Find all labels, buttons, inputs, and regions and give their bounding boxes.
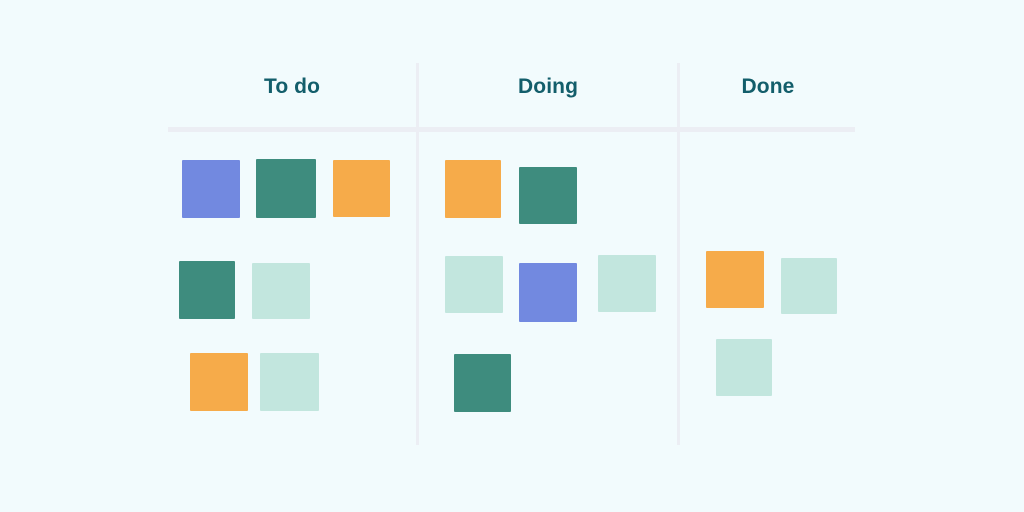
column-divider-1	[416, 63, 419, 445]
card-doing-2[interactable]	[519, 167, 577, 224]
kanban-board: To do Doing Done	[0, 0, 1024, 512]
card-todo-4[interactable]	[179, 261, 235, 319]
column-divider-2	[677, 63, 680, 445]
card-doing-4[interactable]	[519, 263, 577, 322]
card-doing-3[interactable]	[445, 256, 503, 313]
card-todo-6[interactable]	[190, 353, 248, 411]
column-header-doing: Doing	[518, 75, 578, 98]
column-header-done: Done	[741, 75, 795, 98]
card-todo-5[interactable]	[252, 263, 310, 319]
card-todo-1[interactable]	[182, 160, 240, 218]
card-doing-5[interactable]	[598, 255, 656, 312]
card-done-2[interactable]	[781, 258, 837, 314]
card-doing-1[interactable]	[445, 160, 501, 218]
card-done-1[interactable]	[706, 251, 764, 308]
column-header-todo: To do	[263, 75, 321, 98]
card-done-3[interactable]	[716, 339, 772, 396]
header-rule	[168, 127, 855, 132]
card-todo-2[interactable]	[256, 159, 316, 218]
card-doing-6[interactable]	[454, 354, 511, 412]
card-todo-3[interactable]	[333, 160, 390, 217]
card-todo-7[interactable]	[260, 353, 319, 411]
